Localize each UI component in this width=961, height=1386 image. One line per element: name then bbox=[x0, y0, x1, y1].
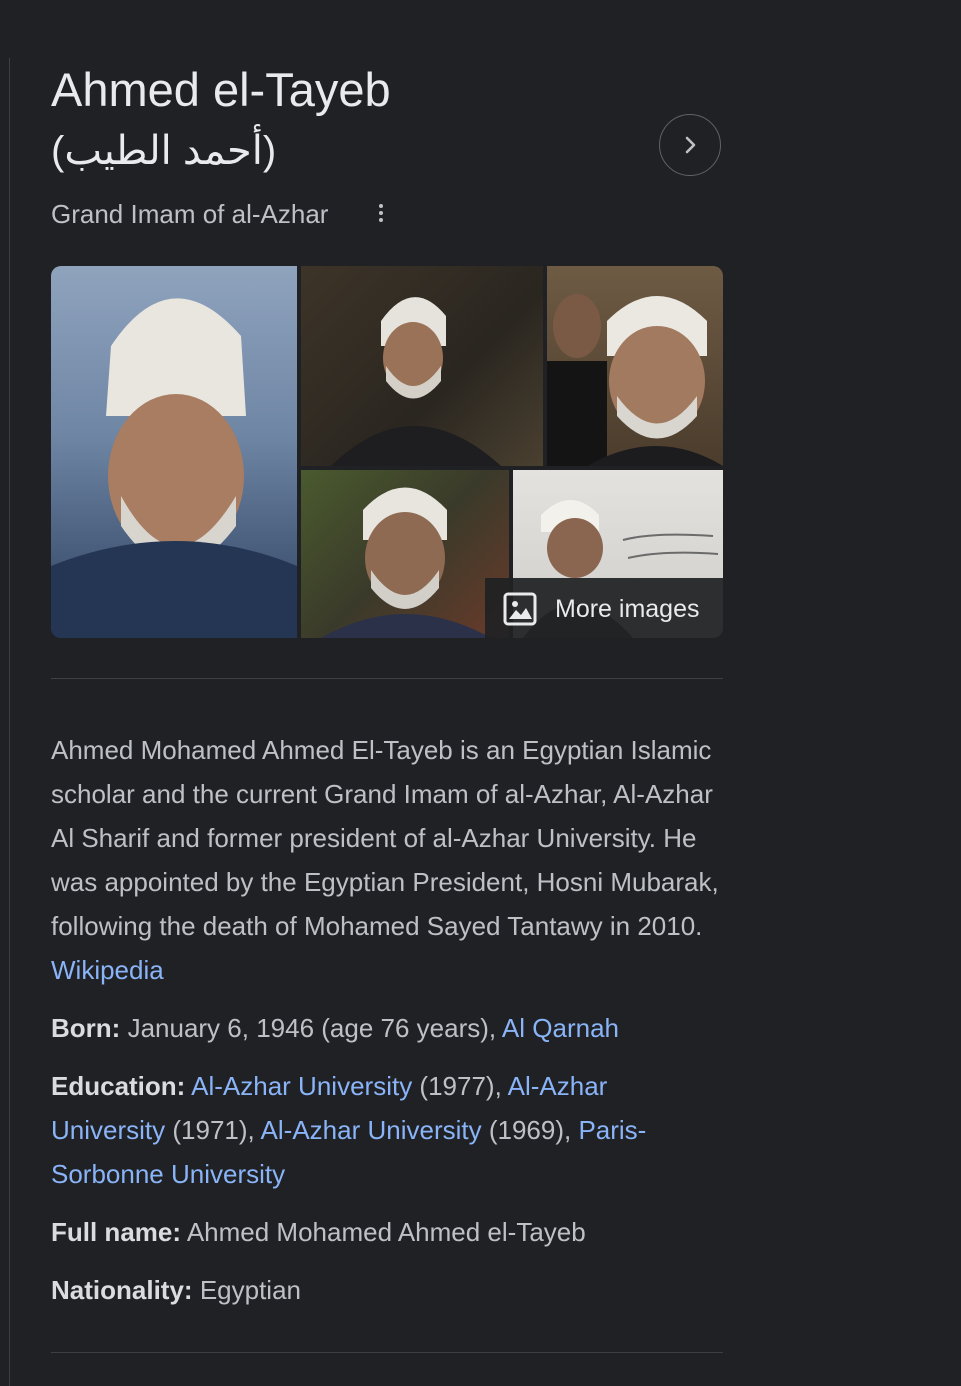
left-border bbox=[9, 58, 10, 1386]
wikipedia-link[interactable]: Wikipedia bbox=[51, 955, 164, 985]
image-icon bbox=[503, 592, 537, 626]
gallery-image-3[interactable] bbox=[547, 266, 723, 466]
nationality-label: Nationality: bbox=[51, 1275, 193, 1305]
nationality-value: Egyptian bbox=[199, 1275, 301, 1305]
divider-top bbox=[51, 678, 723, 679]
gallery-image-4[interactable] bbox=[301, 470, 509, 638]
education-year-2: (1971), bbox=[165, 1115, 261, 1145]
born-label: Born: bbox=[51, 1013, 121, 1043]
divider-bottom bbox=[51, 1352, 723, 1353]
more-images-button[interactable]: More images bbox=[485, 578, 723, 640]
education-year-1: (1977), bbox=[412, 1071, 508, 1101]
gallery-image-main[interactable] bbox=[51, 266, 297, 638]
panel-title: Ahmed el-Tayeb bbox=[51, 63, 391, 116]
fact-nationality: Nationality: Egyptian bbox=[51, 1268, 723, 1312]
more-vert-icon[interactable] bbox=[371, 196, 391, 230]
gallery-image-2[interactable] bbox=[301, 266, 543, 466]
chevron-right-icon bbox=[685, 136, 696, 154]
description: Ahmed Mohamed Ahmed El-Tayeb is an Egypt… bbox=[51, 728, 723, 992]
born-place-link[interactable]: Al Qarnah bbox=[502, 1013, 619, 1043]
full-name-label: Full name: bbox=[51, 1217, 182, 1247]
education-label: Education: bbox=[51, 1071, 186, 1101]
panel-subtitle: Grand Imam of al-Azhar bbox=[51, 199, 329, 229]
education-year-3: (1969), bbox=[481, 1115, 579, 1145]
native-name: (أحمد الطيب) bbox=[51, 129, 277, 173]
more-images-label: More images bbox=[555, 594, 700, 623]
education-link-3[interactable]: Al-Azhar University bbox=[261, 1115, 482, 1145]
next-button[interactable] bbox=[659, 114, 721, 176]
fact-education: Education: Al-Azhar University (1977), A… bbox=[51, 1064, 723, 1196]
fact-born: Born: January 6, 1946 (age 76 years), Al… bbox=[51, 1006, 723, 1050]
description-text: Ahmed Mohamed Ahmed El-Tayeb is an Egypt… bbox=[51, 735, 719, 941]
fact-full-name: Full name: Ahmed Mohamed Ahmed el-Tayeb bbox=[51, 1210, 723, 1254]
born-value: January 6, 1946 (age 76 years), bbox=[127, 1013, 502, 1043]
education-link-1[interactable]: Al-Azhar University bbox=[191, 1071, 412, 1101]
full-name-value: Ahmed Mohamed Ahmed el-Tayeb bbox=[186, 1217, 586, 1247]
